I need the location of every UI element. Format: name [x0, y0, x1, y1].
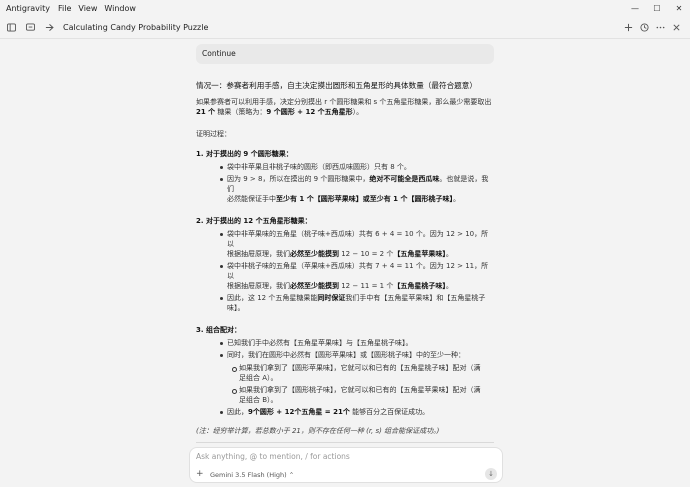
maximize-button[interactable]: ☐ [646, 1, 668, 15]
section2-item2-end: 。 [445, 282, 453, 290]
title-divider [0, 38, 690, 39]
section3-title: 3. 组合配对： [196, 326, 241, 334]
list-item: 因此，9个圆形 + 12个五角星 = 21个 能够百分之百保证成功。 [196, 407, 494, 417]
section1-item1: 袋中非苹果且非桃子味的圆形（即西瓜味圆形）只有 8 个。 [227, 163, 411, 171]
list-item: 因为 9 > 8，所以在摸出的 9 个圆形糖果中，绝对不可能全是西瓜味。也就是说… [196, 174, 494, 204]
section2-item3-text: 因此，这 12 个五角星糖果能 [227, 294, 318, 302]
chat-icon[interactable] [22, 19, 38, 35]
section1-item2-text3: 必然能保证手中 [227, 195, 276, 203]
content-divider [196, 442, 494, 443]
list-item: 因此，这 12 个五角星糖果能同时保证我们手中有【五角星苹果味】和【五角星桃子 … [196, 293, 494, 313]
submit-icon[interactable]: ↓ [485, 468, 497, 480]
section2-item2-bold: 必然至少能摸到 [290, 282, 339, 290]
intro-line2: 糖果（策略为： [217, 108, 267, 116]
section2-item1-bold2: 【五角星苹果味】 [393, 250, 446, 258]
section2-item1-text2: 根据抽屉原理，我们 [227, 250, 290, 258]
app-name: Antigravity [6, 3, 50, 13]
section3-item1: 已知我们手中必然有【五角星苹果味】与【五角星桃子味】。 [227, 339, 413, 347]
section3-item3-bold: 9个圆形 + 12个五角星 = 21个 [248, 408, 350, 416]
section1-item2-bold2: 至少有 1 个【圆形苹果味】或至少有 1 个【圆形桃子味】 [276, 195, 453, 203]
conversation-title: Calculating Candy Probability Puzzle [63, 22, 209, 32]
list-item: 如果我们拿到了【圆形桃子味】，它就可以和已有的【五角星苹果味】配对（满 足组合 B… [227, 385, 494, 405]
history-icon[interactable] [636, 19, 652, 35]
list-item: 如果我们拿到了【圆形苹果味】，它就可以和已有的【五角星桃子味】配对（满 足组合 A… [227, 363, 494, 383]
section3-item3-text: 因此， [227, 408, 248, 416]
section2-item3-end: 味】。 [227, 304, 245, 312]
section2-item1-bold: 必然至少能摸到 [290, 250, 339, 258]
footnote: (注：经穷举计算，若总数小于 21，则不存在任何一种 (r, s) 组合能保证成… [196, 427, 440, 435]
section1-title: 1. 对于摸出的 9 个圆形糖果： [196, 150, 293, 158]
list-item: 袋中非苹果且非桃子味的圆形（即西瓜味圆形）只有 8 个。 [196, 162, 494, 172]
section2-item3-bold: 同时保证 [317, 294, 346, 302]
section3-item3-end: 能够百分之百保证成功。 [349, 408, 430, 416]
scenario-title: 情况一：参赛者利用手感，自主决定摸出圆形和五角星形的具体数量（最符合题意） [196, 81, 477, 90]
menu-file[interactable]: File [58, 4, 71, 13]
intro-line1: 如果参赛者可以利用手感，决定分别摸出 r 个圆形糖果和 s 个五角星形糖果，那么… [196, 98, 492, 106]
window-controls: — ☐ ✕ [624, 1, 690, 15]
intro-line2-end: ）。 [352, 108, 364, 116]
section3-sub1-text: 如果我们拿到了【圆形苹果味】，它就可以和已有的【五角星桃子味】配对（满 [239, 364, 481, 372]
section3-sublist: 如果我们拿到了【圆形苹果味】，它就可以和已有的【五角星桃子味】配对（满 足组合 A… [227, 363, 494, 405]
user-message-continue: Continue [196, 44, 494, 64]
minimize-button[interactable]: — [624, 1, 646, 15]
chat-input-box[interactable]: Ask anything, @ to mention, / for action… [189, 447, 503, 483]
more-icon[interactable] [652, 19, 668, 35]
section2-item1-end: 。 [445, 250, 453, 258]
back-arrow-icon[interactable] [41, 19, 57, 35]
section1-item2-bold: 绝对不可能全是西瓜味 [369, 175, 440, 183]
chevron-up-icon: ⌃ [288, 471, 295, 479]
section1-item2-end: 。 [453, 195, 460, 203]
menu-window[interactable]: Window [104, 4, 136, 13]
list-item: 已知我们手中必然有【五角星苹果味】与【五角星桃子味】。 [196, 338, 494, 348]
panel-icon[interactable] [3, 19, 19, 35]
list-item: 袋中非桃子味的五角星（苹果味+西瓜味）共有 7 + 4 = 11 个。因为 12… [196, 261, 494, 291]
add-icon[interactable] [620, 19, 636, 35]
section2-item2-bold2: 【五角星桃子味】 [393, 282, 446, 290]
section2-title: 2. 对于摸出的 12 个五角星形糖果： [196, 217, 312, 225]
chat-input-placeholder[interactable]: Ask anything, @ to mention, / for action… [196, 452, 350, 461]
intro-bold-strategy: 9 个圆形 + 12 个五角星形 [266, 108, 353, 116]
list-item: 袋中非苹果味的五角星（桃子味+西瓜味）共有 6 + 4 = 10 个。因为 12… [196, 229, 494, 259]
section2-item1-text: 袋中非苹果味的五角星（桃子味+西瓜味）共有 6 + 4 = 10 个。因为 12… [227, 230, 489, 248]
section2-item1-calc: 12 − 10 = 2 个 [339, 250, 394, 258]
section1-item2-text: 因为 9 > 8，所以在摸出的 9 个圆形糖果中， [227, 175, 370, 183]
section2-item3-text2: 我们手中有【五角星苹果味】和【五角星桃子 [345, 294, 486, 302]
section3-sub2-end: 足组合 B）。 [239, 396, 278, 404]
section3-sub2-text: 如果我们拿到了【圆形桃子味】，它就可以和已有的【五角星苹果味】配对（满 [239, 386, 481, 394]
section2-item2-text: 袋中非桃子味的五角星（苹果味+西瓜味）共有 7 + 4 = 11 个。因为 12… [227, 262, 489, 280]
title-bar: Calculating Candy Probability Puzzle [0, 16, 690, 38]
section2-item2-text2: 根据抽屉原理，我们 [227, 282, 290, 290]
list-item: 同时，我们在圆形中必然有【圆形苹果味】或【圆形桃子味】中的至少一种： 如果我们拿… [196, 350, 494, 405]
close-icon[interactable] [668, 19, 684, 35]
section3-sub1-end: 足组合 A）。 [239, 374, 278, 382]
section2-item2-calc: 12 − 11 = 1 个 [339, 282, 394, 290]
menu-view[interactable]: View [78, 4, 97, 13]
section3-list: 已知我们手中必然有【五角星苹果味】与【五角星桃子味】。 同时，我们在圆形中必然有… [196, 338, 494, 417]
title-actions [620, 19, 684, 35]
proof-heading: 证明过程： [196, 130, 231, 138]
section2-list: 袋中非苹果味的五角星（桃子味+西瓜味）共有 6 + 4 = 10 个。因为 12… [196, 229, 494, 313]
intro-bold-count: 21 个 [196, 108, 216, 116]
intro-paragraph: 如果参赛者可以利用手感，决定分别摸出 r 个圆形糖果和 s 个五角星形糖果，那么… [196, 97, 494, 117]
chat-content: Continue 情况一：参赛者利用手感，自主决定摸出圆形和五角星形的具体数量（… [196, 44, 494, 443]
model-selector[interactable]: Gemini 3.5 Flash (High) ⌃ [210, 471, 294, 479]
close-window-button[interactable]: ✕ [668, 1, 690, 15]
section3-item2: 同时，我们在圆形中必然有【圆形苹果味】或【圆形桃子味】中的至少一种： [227, 351, 465, 359]
model-name: Gemini 3.5 Flash (High) [210, 471, 287, 479]
menu-bar: Antigravity File View Window — ☐ ✕ [0, 0, 690, 16]
section1-list: 袋中非苹果且非桃子味的圆形（即西瓜味圆形）只有 8 个。 因为 9 > 8，所以… [196, 162, 494, 204]
add-context-button[interactable]: + [196, 469, 204, 479]
